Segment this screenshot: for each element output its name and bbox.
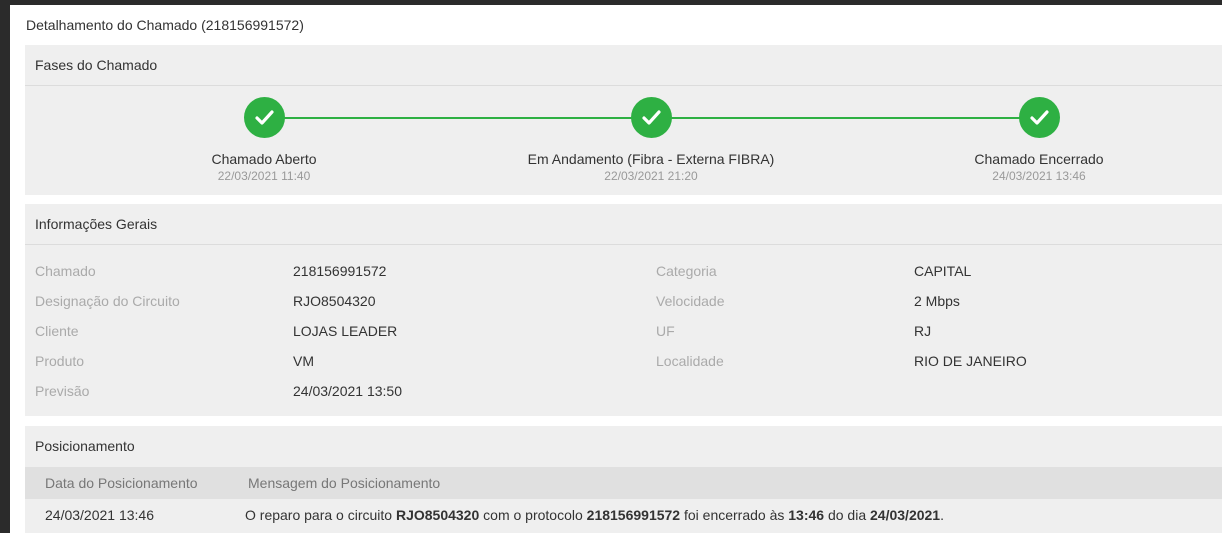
column-header-message: Mensagem do Posicionamento xyxy=(248,475,441,491)
phase-opened: Chamado Aberto 22/03/2021 11:40 xyxy=(114,97,414,183)
info-label: Velocidade xyxy=(656,293,725,309)
phase-closed: Chamado Encerrado 24/03/2021 13:46 xyxy=(889,97,1189,183)
general-info-header: Informações Gerais xyxy=(25,204,1222,245)
info-value: 24/03/2021 13:50 xyxy=(293,383,402,399)
info-value: RIO DE JANEIRO xyxy=(914,353,1027,369)
phase-date: 24/03/2021 13:46 xyxy=(992,169,1086,183)
phase-label: Chamado Aberto xyxy=(211,151,317,167)
info-row: Previsão 24/03/2021 13:50 xyxy=(25,381,1222,411)
table-row: 24/03/2021 13:46 O reparo para o circuit… xyxy=(25,499,1222,533)
phase-label: Chamado Encerrado xyxy=(974,151,1104,167)
positioning-date: 24/03/2021 13:46 xyxy=(45,507,154,523)
positioning-header: Posicionamento xyxy=(35,438,135,454)
info-label: Designação do Circuito xyxy=(35,293,180,309)
info-value: RJO8504320 xyxy=(293,293,376,309)
phase-date: 22/03/2021 11:40 xyxy=(217,169,311,183)
info-row: Produto VM Localidade RIO DE JANEIRO xyxy=(25,351,1222,381)
phases-panel: Fases do Chamado Chamado Aberto 22/03/20… xyxy=(25,45,1222,195)
check-icon xyxy=(1018,97,1060,138)
info-label: UF xyxy=(656,323,675,339)
phase-date: 22/03/2021 21:20 xyxy=(604,169,698,183)
phases-header: Fases do Chamado xyxy=(25,45,1222,86)
info-row: Designação do Circuito RJO8504320 Veloci… xyxy=(25,291,1222,321)
info-label: Localidade xyxy=(656,353,724,369)
check-icon xyxy=(630,97,672,138)
phase-in-progress: Em Andamento (Fibra - Externa FIBRA) 22/… xyxy=(501,97,801,183)
info-value: RJ xyxy=(914,323,932,339)
phase-label: Em Andamento (Fibra - Externa FIBRA) xyxy=(527,151,775,167)
info-value: CAPITAL xyxy=(914,263,972,279)
info-row: Cliente LOJAS LEADER UF RJ xyxy=(25,321,1222,351)
info-label: Previsão xyxy=(35,383,90,399)
ticket-detail-window: Detalhamento do Chamado (218156991572) F… xyxy=(10,5,1222,533)
info-label: Cliente xyxy=(35,323,79,339)
info-grid: Chamado 218156991572 Categoria CAPITAL D… xyxy=(25,261,1222,411)
info-label: Categoria xyxy=(656,263,717,279)
info-value: 218156991572 xyxy=(293,263,387,279)
info-value: LOJAS LEADER xyxy=(293,323,398,339)
info-label: Chamado xyxy=(35,263,96,279)
positioning-table-header: Data do Posicionamento Mensagem do Posic… xyxy=(25,467,1222,499)
positioning-message: O reparo para o circuito RJO8504320 com … xyxy=(245,507,944,523)
info-value: VM xyxy=(293,353,314,369)
column-header-date: Data do Posicionamento xyxy=(45,475,198,491)
info-label: Produto xyxy=(35,353,85,369)
positioning-panel: Posicionamento Data do Posicionamento Me… xyxy=(25,426,1222,533)
info-row: Chamado 218156991572 Categoria CAPITAL xyxy=(25,261,1222,291)
check-icon xyxy=(243,97,285,138)
page-title: Detalhamento do Chamado (218156991572) xyxy=(26,17,304,33)
info-value: 2 Mbps xyxy=(914,293,960,309)
general-info-panel: Informações Gerais Chamado 218156991572 … xyxy=(25,204,1222,416)
